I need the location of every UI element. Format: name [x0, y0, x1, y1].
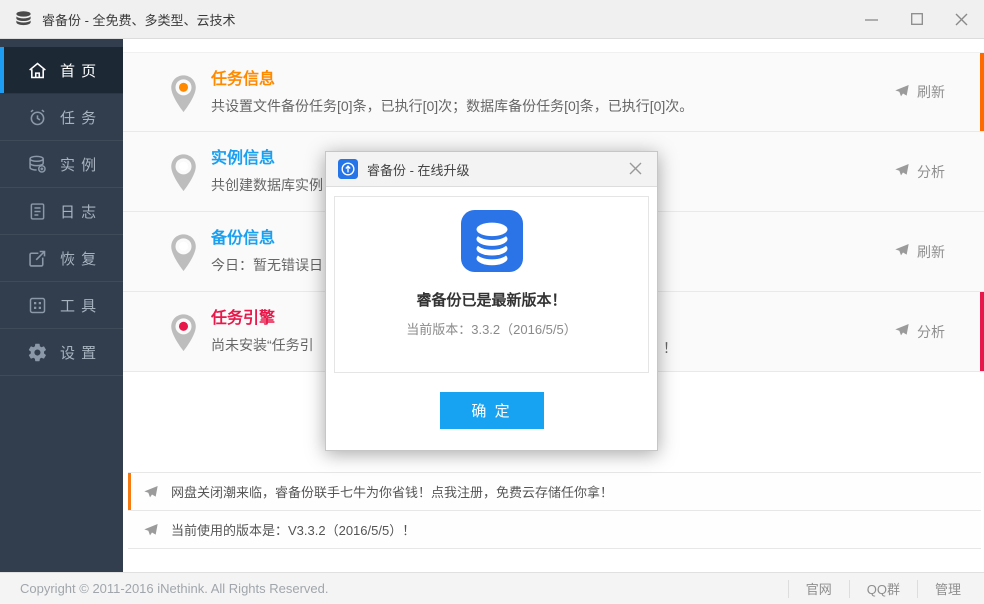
upgrade-arrow-icon	[338, 159, 358, 179]
sidebar-item-settings[interactable]: 设 置	[0, 329, 123, 376]
sidebar-item-label: 首 页	[60, 62, 98, 80]
sidebar-item-label: 日 志	[60, 203, 98, 221]
dialog-message: 睿备份已是最新版本！	[416, 292, 567, 309]
version-notice[interactable]: 当前使用的版本是：V3.3.2（2016/5/5）！	[128, 511, 981, 549]
action-label: 刷新	[917, 243, 945, 260]
tools-icon	[27, 295, 48, 316]
row-subtitle: 今日：暂无错误日	[211, 257, 323, 273]
sidebar-item-label: 恢 复	[60, 250, 98, 268]
sidebar-item-instances[interactable]: 实 例	[0, 141, 123, 188]
row-subtitle-tail: ！	[663, 340, 677, 356]
paper-plane-icon	[894, 322, 910, 341]
sidebar-item-restore[interactable]: 恢 复	[0, 235, 123, 282]
database-icon	[27, 154, 48, 175]
close-button[interactable]	[939, 0, 984, 38]
dialog-close-icon[interactable]	[626, 161, 645, 178]
maximize-button[interactable]	[894, 0, 939, 38]
location-pin-icon	[167, 233, 200, 278]
database-logo-icon	[460, 210, 523, 272]
action-label: 分析	[917, 323, 945, 340]
row-accent-bar	[980, 292, 984, 371]
copyright-text: Copyright © 2011-2016 iNethink. All Righ…	[20, 581, 329, 596]
settings-gear-icon	[27, 342, 48, 363]
sidebar-item-logs[interactable]: 日 志	[0, 188, 123, 235]
footer-links: 官网 QQ群 管理	[787, 573, 978, 604]
row-task-info: 任务信息 共设置文件备份任务[0]条，已执行[0]次；数据库备份任务[0]条，已…	[123, 52, 984, 132]
paper-plane-icon	[894, 162, 910, 181]
action-label: 分析	[917, 163, 945, 180]
analyze-action[interactable]: 分析	[894, 162, 945, 182]
window-title: 睿备份 - 全免费、多类型、云技术	[42, 12, 236, 28]
paper-plane-icon	[143, 484, 159, 500]
sidebar-item-label: 实 例	[60, 156, 98, 174]
home-icon	[27, 60, 48, 81]
log-icon	[27, 201, 48, 222]
official-site-link[interactable]: 官网	[787, 579, 849, 598]
sidebar-item-tools[interactable]: 工 具	[0, 282, 123, 329]
notice-text: 网盘关闭潮来临，睿备份联手七牛为你省钱！点我注册，免费云存储任你拿！	[171, 485, 614, 500]
sidebar-item-label: 任 务	[60, 109, 98, 127]
restore-icon	[27, 248, 48, 269]
app-logo-database-icon	[14, 10, 33, 29]
sidebar: 首 页 任 务 实 例 日 志 恢 复 工 具 设 置	[0, 39, 123, 573]
action-label: 刷新	[917, 84, 945, 100]
window-controls	[849, 0, 984, 38]
minimize-button[interactable]	[849, 0, 894, 38]
analyze-action[interactable]: 分析	[894, 322, 945, 342]
location-pin-icon	[167, 74, 200, 119]
row-title: 实例信息	[211, 150, 276, 167]
promo-notice[interactable]: 网盘关闭潮来临，睿备份联手七牛为你省钱！点我注册，免费云存储任你拿！	[128, 473, 981, 511]
notice-text: 当前使用的版本是：V3.3.2（2016/5/5）！	[171, 523, 416, 538]
row-title: 备份信息	[211, 230, 276, 247]
paper-plane-icon	[894, 83, 910, 102]
sidebar-item-label: 设 置	[60, 344, 98, 362]
location-pin-icon	[167, 313, 200, 358]
upgrade-dialog: 睿备份 - 在线升级 睿备份已是最新版本！ 当前版本：3.3.2（2016/5/…	[325, 151, 658, 451]
ok-button[interactable]: 确 定	[439, 392, 544, 429]
refresh-action[interactable]: 刷新	[894, 242, 945, 262]
footer: Copyright © 2011-2016 iNethink. All Righ…	[0, 572, 984, 604]
qq-group-link[interactable]: QQ群	[848, 579, 917, 598]
paper-plane-icon	[894, 242, 910, 261]
sidebar-item-label: 工 具	[60, 297, 98, 315]
dialog-header: 睿备份 - 在线升级	[326, 152, 657, 187]
row-accent-bar	[980, 53, 984, 131]
row-title: 任务信息	[211, 70, 276, 88]
location-pin-icon	[167, 153, 200, 198]
row-subtitle: 共设置文件备份任务[0]条，已执行[0]次；数据库备份任务[0]条，已执行[0]…	[211, 97, 694, 114]
row-subtitle: 共创建数据库实例	[211, 177, 323, 193]
row-subtitle: 尚未安装“任务引	[211, 337, 314, 353]
refresh-action[interactable]: 刷新	[894, 82, 945, 102]
notice-list: 网盘关闭潮来临，睿备份联手七牛为你省钱！点我注册，免费云存储任你拿！ 当前使用的…	[128, 472, 981, 549]
titlebar: 睿备份 - 全免费、多类型、云技术	[0, 0, 984, 39]
row-title: 任务引擎	[211, 310, 276, 327]
admin-link[interactable]: 管理	[916, 579, 978, 598]
alarm-icon	[27, 107, 48, 128]
paper-plane-icon	[143, 522, 159, 538]
dialog-title: 睿备份 - 在线升级	[367, 162, 470, 178]
sidebar-item-tasks[interactable]: 任 务	[0, 94, 123, 141]
dialog-version: 当前版本：3.3.2（2016/5/5）	[406, 322, 577, 337]
sidebar-item-home[interactable]: 首 页	[0, 47, 123, 94]
dialog-panel: 睿备份已是最新版本！ 当前版本：3.3.2（2016/5/5）	[334, 196, 649, 373]
dialog-body: 睿备份已是最新版本！ 当前版本：3.3.2（2016/5/5） 确 定	[326, 187, 657, 429]
